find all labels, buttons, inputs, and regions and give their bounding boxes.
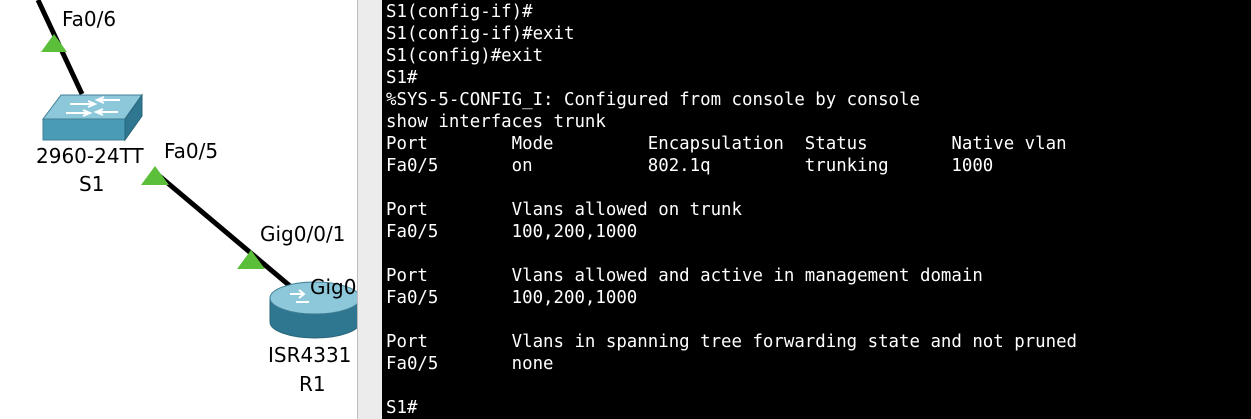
router-name-label: R1 xyxy=(299,372,326,396)
link-status-up-fa06 xyxy=(41,34,67,52)
router-model-label: ISR4331 xyxy=(268,343,352,367)
terminal-line: Port Vlans allowed on trunk xyxy=(386,200,742,220)
terminal-line: %SYS-5-CONFIG_I: Configured from console… xyxy=(386,90,920,110)
cli-terminal[interactable]: S1(config-if)# S1(config-if)#exit S1(con… xyxy=(382,0,1251,419)
terminal-prompt-line[interactable]: S1# xyxy=(386,397,1077,419)
switch-name-label: S1 xyxy=(79,172,105,196)
terminal-line: Fa0/5 none xyxy=(386,354,554,374)
port-label-router-gig0: Gig0 xyxy=(310,275,357,299)
terminal-line: Port Mode Encapsulation Status Native vl… xyxy=(386,134,1067,154)
terminal-line: show interfaces trunk xyxy=(386,112,606,132)
terminal-line: S1(config-if)# xyxy=(386,2,533,22)
terminal-output: S1(config-if)# S1(config-if)#exit S1(con… xyxy=(386,1,1077,419)
terminal-line: S1(config)#exit xyxy=(386,46,544,66)
terminal-line: S1# xyxy=(386,68,418,88)
terminal-line: S1(config-if)#exit xyxy=(386,24,575,44)
port-label-fa05: Fa0/5 xyxy=(164,139,219,163)
topology-canvas[interactable]: Fa0/6 2960-24TT Fa0/5 S1 Gig0/0/1 Gig0 I… xyxy=(0,0,357,419)
terminal-line: Port Vlans allowed and active in managem… xyxy=(386,266,983,286)
switch-model-label: 2960-24TT xyxy=(36,144,144,168)
port-label-fa06: Fa0/6 xyxy=(62,7,117,31)
link-status-up-fa05 xyxy=(141,166,169,185)
switch-icon[interactable] xyxy=(42,93,143,142)
window-divider[interactable] xyxy=(357,0,382,419)
port-label-gig001: Gig0/0/1 xyxy=(260,222,346,246)
terminal-line: Port Vlans in spanning tree forwarding s… xyxy=(386,332,1078,352)
terminal-line: Fa0/5 100,200,1000 xyxy=(386,288,638,308)
terminal-line: Fa0/5 100,200,1000 xyxy=(386,222,638,242)
terminal-line: Fa0/5 on 802.1q trunking 1000 xyxy=(386,156,994,176)
